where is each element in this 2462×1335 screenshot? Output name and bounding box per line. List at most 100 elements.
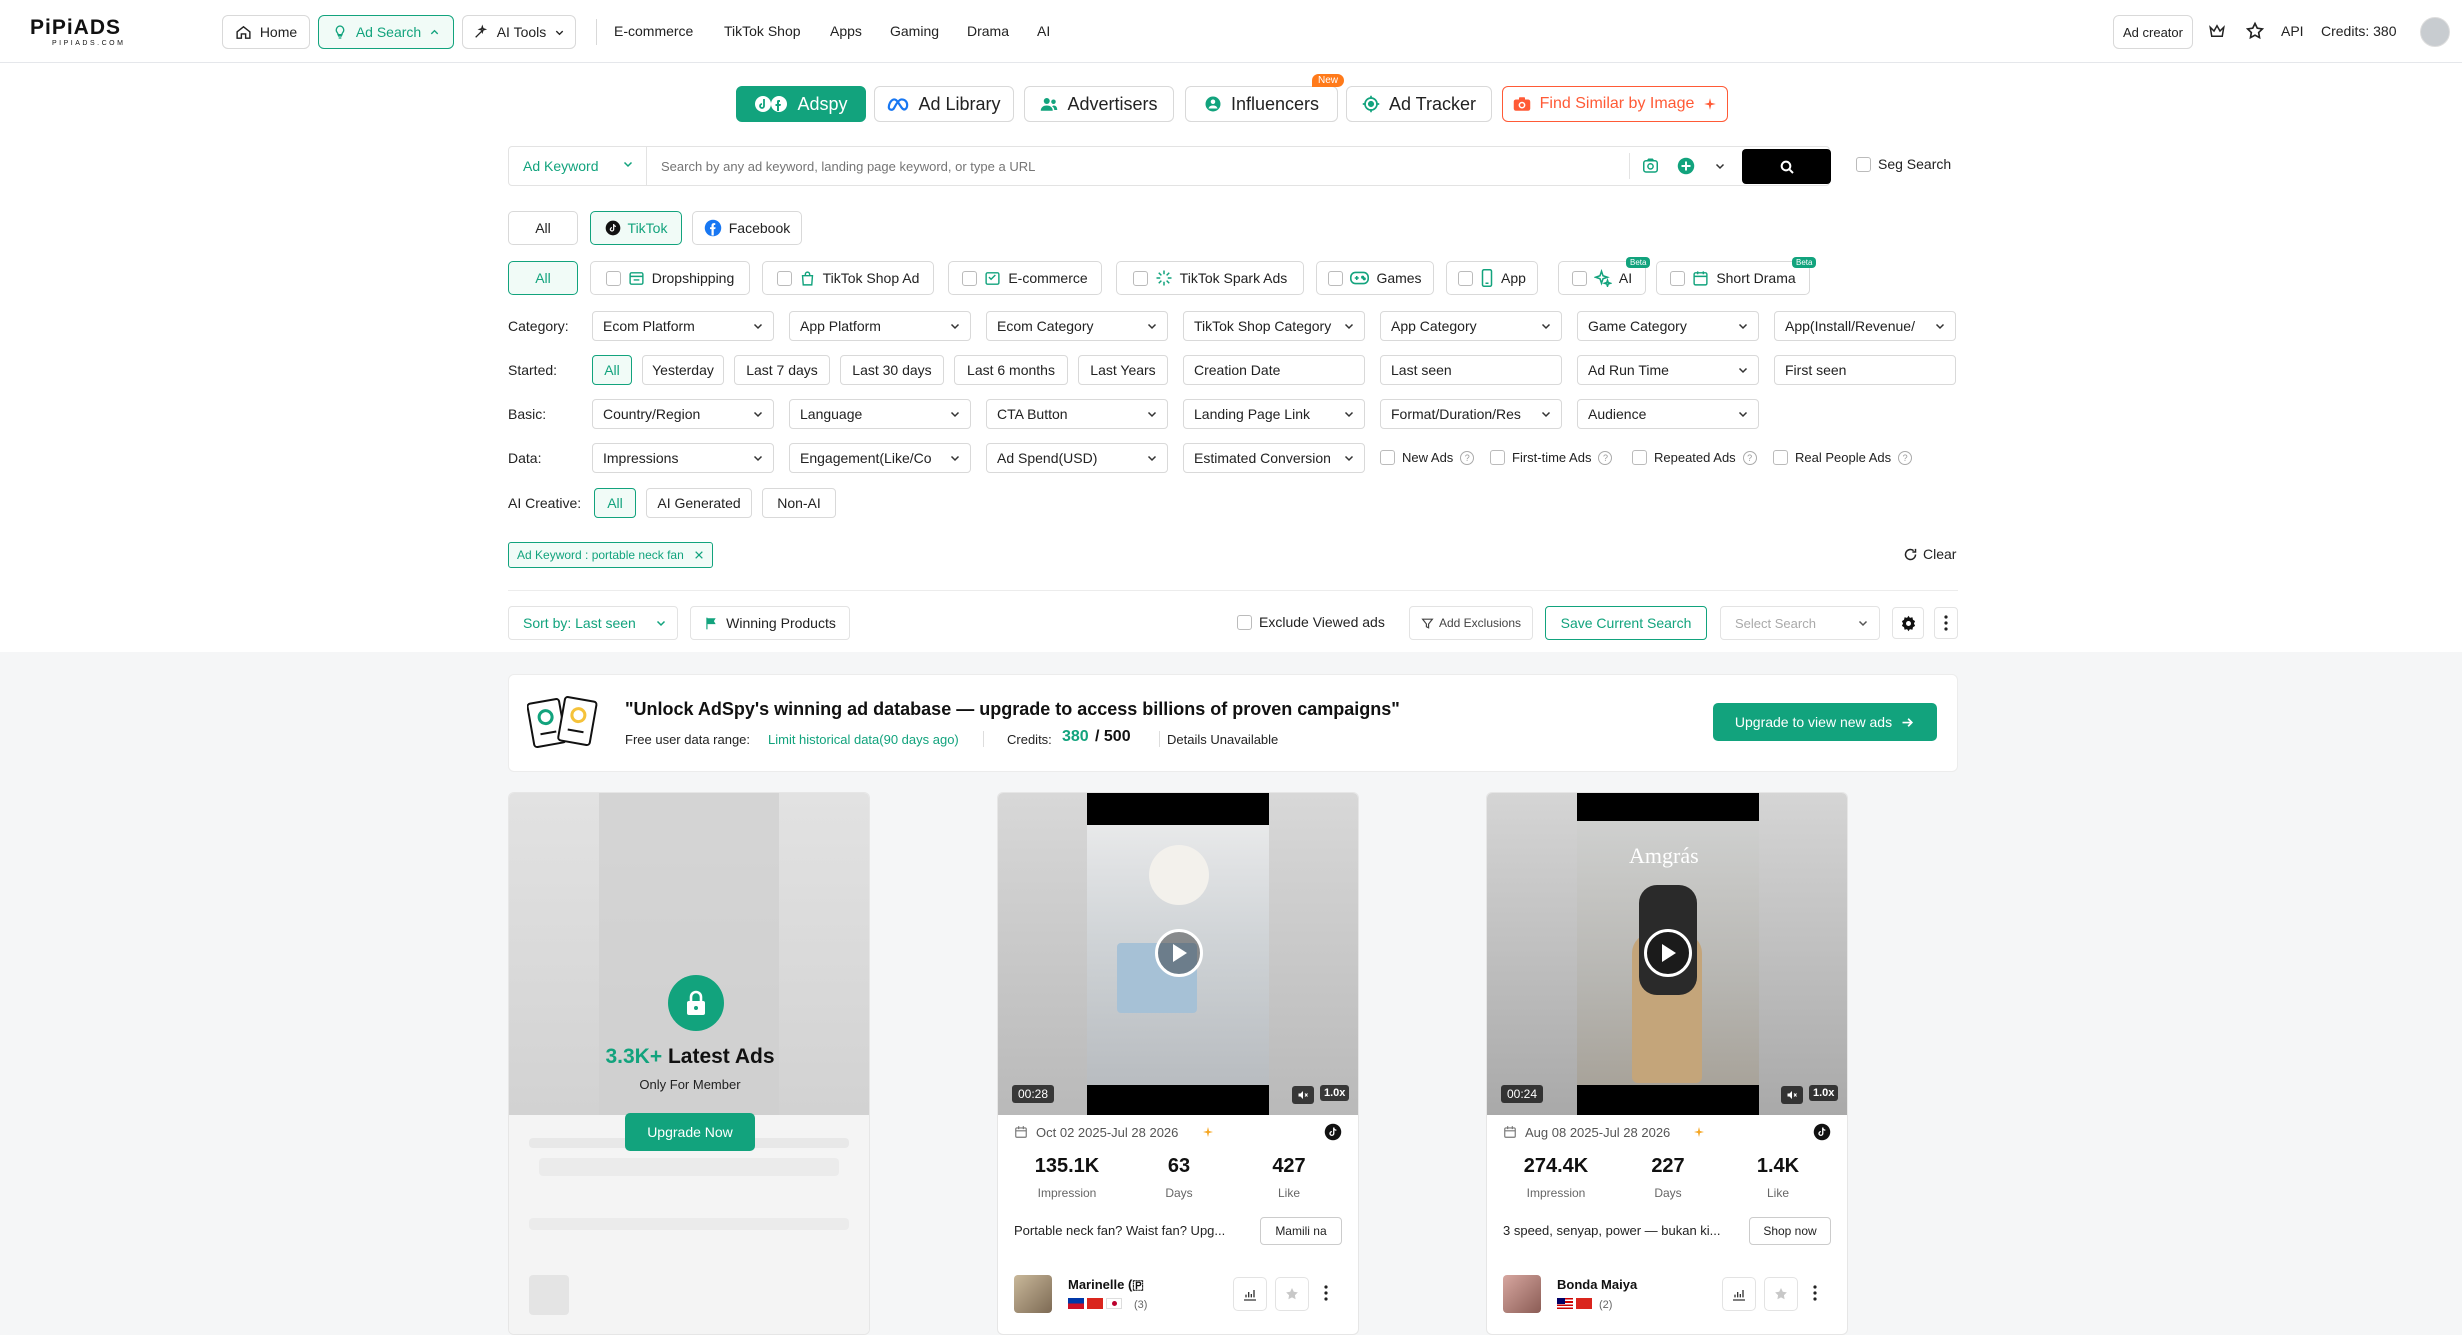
checkbox[interactable]: [1458, 270, 1474, 286]
ad-card[interactable]: Amgrás 00:24 1.0x Aug 08 2025-Jul 28 202…: [1486, 792, 1848, 1335]
nav-link-apps[interactable]: Apps: [830, 23, 862, 39]
language-dropdown[interactable]: Language: [789, 399, 971, 429]
tab-ad-library[interactable]: Ad Library: [874, 86, 1014, 122]
promo-range-value[interactable]: Limit historical data(90 days ago): [768, 732, 959, 747]
advertiser-avatar[interactable]: [1014, 1275, 1052, 1313]
ad-type-games[interactable]: Games: [1316, 261, 1434, 295]
playback-speed[interactable]: 1.0x: [1809, 1085, 1839, 1101]
close-icon[interactable]: [694, 550, 704, 560]
platform-all[interactable]: All: [508, 211, 578, 245]
clear-filters-button[interactable]: Clear: [1903, 546, 1956, 562]
sort-dropdown[interactable]: Sort by: Last seen: [508, 606, 678, 640]
engagement-dropdown[interactable]: Engagement(Like/Co: [789, 443, 971, 473]
ad-type-all[interactable]: All: [508, 261, 578, 295]
game-category-dropdown[interactable]: Game Category: [1577, 311, 1759, 341]
started-last-30-days-chip[interactable]: Last 30 days: [840, 355, 944, 385]
started-last-7-days-chip[interactable]: Last 7 days: [734, 355, 830, 385]
checkbox[interactable]: [962, 270, 978, 286]
landing-page-link-dropdown[interactable]: Landing Page Link: [1183, 399, 1365, 429]
estimated-conversion-dropdown[interactable]: Estimated Conversion: [1183, 443, 1365, 473]
image-search-icon[interactable]: [1641, 157, 1660, 175]
format-duration-dropdown[interactable]: Format/Duration/Res: [1380, 399, 1562, 429]
advertiser-name[interactable]: Bonda Maiya: [1557, 1277, 1637, 1292]
repeated-ads-checkbox[interactable]: Repeated Ads?: [1632, 450, 1757, 465]
ad-cta-button[interactable]: Shop now: [1749, 1217, 1831, 1245]
favorite-button[interactable]: [1275, 1277, 1309, 1311]
checkbox[interactable]: [1328, 270, 1344, 286]
more-vertical-icon[interactable]: [1324, 1285, 1328, 1301]
ai-generated-chip[interactable]: AI Generated: [646, 488, 752, 518]
checkbox[interactable]: [605, 270, 621, 286]
exclude-viewed-checkbox[interactable]: Exclude Viewed ads: [1237, 614, 1385, 630]
winning-products-button[interactable]: Winning Products: [690, 606, 850, 640]
ai-creative-all-chip[interactable]: All: [594, 488, 636, 518]
cta-button-dropdown[interactable]: CTA Button: [986, 399, 1168, 429]
help-icon[interactable]: ?: [1598, 450, 1613, 465]
star-icon[interactable]: [2245, 21, 2265, 41]
search-input[interactable]: [661, 156, 1621, 176]
upgrade-to-view-button[interactable]: Upgrade to view new ads: [1713, 703, 1937, 741]
analytics-button[interactable]: [1233, 1277, 1267, 1311]
search-button[interactable]: [1742, 149, 1831, 184]
playback-speed[interactable]: 1.0x: [1320, 1085, 1350, 1101]
checkbox[interactable]: [1490, 450, 1505, 465]
add-exclusions-button[interactable]: Add Exclusions: [1409, 606, 1533, 640]
checkbox[interactable]: [1380, 450, 1395, 465]
app-platform-dropdown[interactable]: App Platform: [789, 311, 971, 341]
ad-type-short-drama[interactable]: Short Drama: [1656, 261, 1810, 295]
tab-ad-tracker[interactable]: Ad Tracker: [1346, 86, 1492, 122]
tab-influencers[interactable]: Influencers: [1185, 86, 1338, 122]
real-people-ads-checkbox[interactable]: Real People Ads?: [1773, 450, 1913, 465]
ad-type-ecommerce[interactable]: E-commerce: [948, 261, 1102, 295]
country-region-dropdown[interactable]: Country/Region: [592, 399, 774, 429]
nav-link-ai[interactable]: AI: [1037, 23, 1050, 39]
pipiads-logo[interactable]: PiPiADS PIPIADS.COM: [24, 16, 144, 50]
mute-icon[interactable]: [1292, 1086, 1314, 1104]
advertiser-avatar[interactable]: [1503, 1275, 1541, 1313]
new-ads-checkbox[interactable]: New Ads?: [1380, 450, 1475, 465]
platform-facebook[interactable]: Facebook: [692, 211, 802, 245]
checkbox[interactable]: [1632, 450, 1647, 465]
analytics-button[interactable]: [1722, 1277, 1756, 1311]
started-yesterday-chip[interactable]: Yesterday: [642, 355, 724, 385]
chevron-down-icon[interactable]: [1714, 160, 1726, 172]
app-category-dropdown[interactable]: App Category: [1380, 311, 1562, 341]
tab-adspy[interactable]: Adspy: [736, 86, 866, 122]
ai-tools-menu[interactable]: AI Tools: [462, 15, 576, 49]
select-search-dropdown[interactable]: Select Search: [1720, 606, 1880, 640]
mute-icon[interactable]: [1781, 1086, 1803, 1104]
play-button[interactable]: [1644, 929, 1692, 977]
first-seen-picker[interactable]: First seen: [1774, 355, 1956, 385]
help-icon[interactable]: ?: [1742, 450, 1757, 465]
non-ai-chip[interactable]: Non-AI: [762, 488, 836, 518]
impressions-dropdown[interactable]: Impressions: [592, 443, 774, 473]
ad-card[interactable]: 00:28 1.0x Oct 02 2025-Jul 28 2026 135.1…: [997, 792, 1359, 1335]
app-install-revenue-dropdown[interactable]: App(Install/Revenue/: [1774, 311, 1956, 341]
ad-type-spark-ads[interactable]: TikTok Spark Ads: [1116, 261, 1304, 295]
ad-cta-button[interactable]: Mamili na: [1260, 1217, 1342, 1245]
ad-spend-dropdown[interactable]: Ad Spend(USD): [986, 443, 1168, 473]
checkbox[interactable]: [1237, 614, 1252, 630]
advertiser-name[interactable]: Marinelle (🇵: [1068, 1277, 1144, 1293]
ad-creator-button[interactable]: Ad creator: [2113, 15, 2193, 49]
home-button[interactable]: Home: [222, 15, 310, 49]
nav-link-tiktok-shop[interactable]: TikTok Shop: [724, 23, 801, 39]
nav-link-gaming[interactable]: Gaming: [890, 23, 939, 39]
avatar[interactable]: [2420, 17, 2450, 47]
save-current-search-button[interactable]: Save Current Search: [1545, 606, 1707, 640]
more-options-button[interactable]: [1934, 607, 1958, 639]
more-vertical-icon[interactable]: [1813, 1285, 1817, 1301]
ecom-category-dropdown[interactable]: Ecom Category: [986, 311, 1168, 341]
ad-search-menu[interactable]: Ad Search: [318, 15, 454, 49]
search-type-select[interactable]: Ad Keyword: [509, 147, 647, 185]
help-icon[interactable]: ?: [1460, 450, 1475, 465]
checkbox[interactable]: [1856, 156, 1871, 172]
help-icon[interactable]: ?: [1898, 450, 1913, 465]
ad-type-dropshipping[interactable]: Dropshipping: [590, 261, 750, 295]
tiktok-shop-category-dropdown[interactable]: TikTok Shop Category: [1183, 311, 1365, 341]
creation-date-picker[interactable]: Creation Date: [1183, 355, 1365, 385]
checkbox[interactable]: [1132, 270, 1148, 286]
last-seen-picker[interactable]: Last seen: [1380, 355, 1562, 385]
api-link[interactable]: API: [2281, 23, 2304, 39]
settings-button[interactable]: [1892, 607, 1924, 639]
